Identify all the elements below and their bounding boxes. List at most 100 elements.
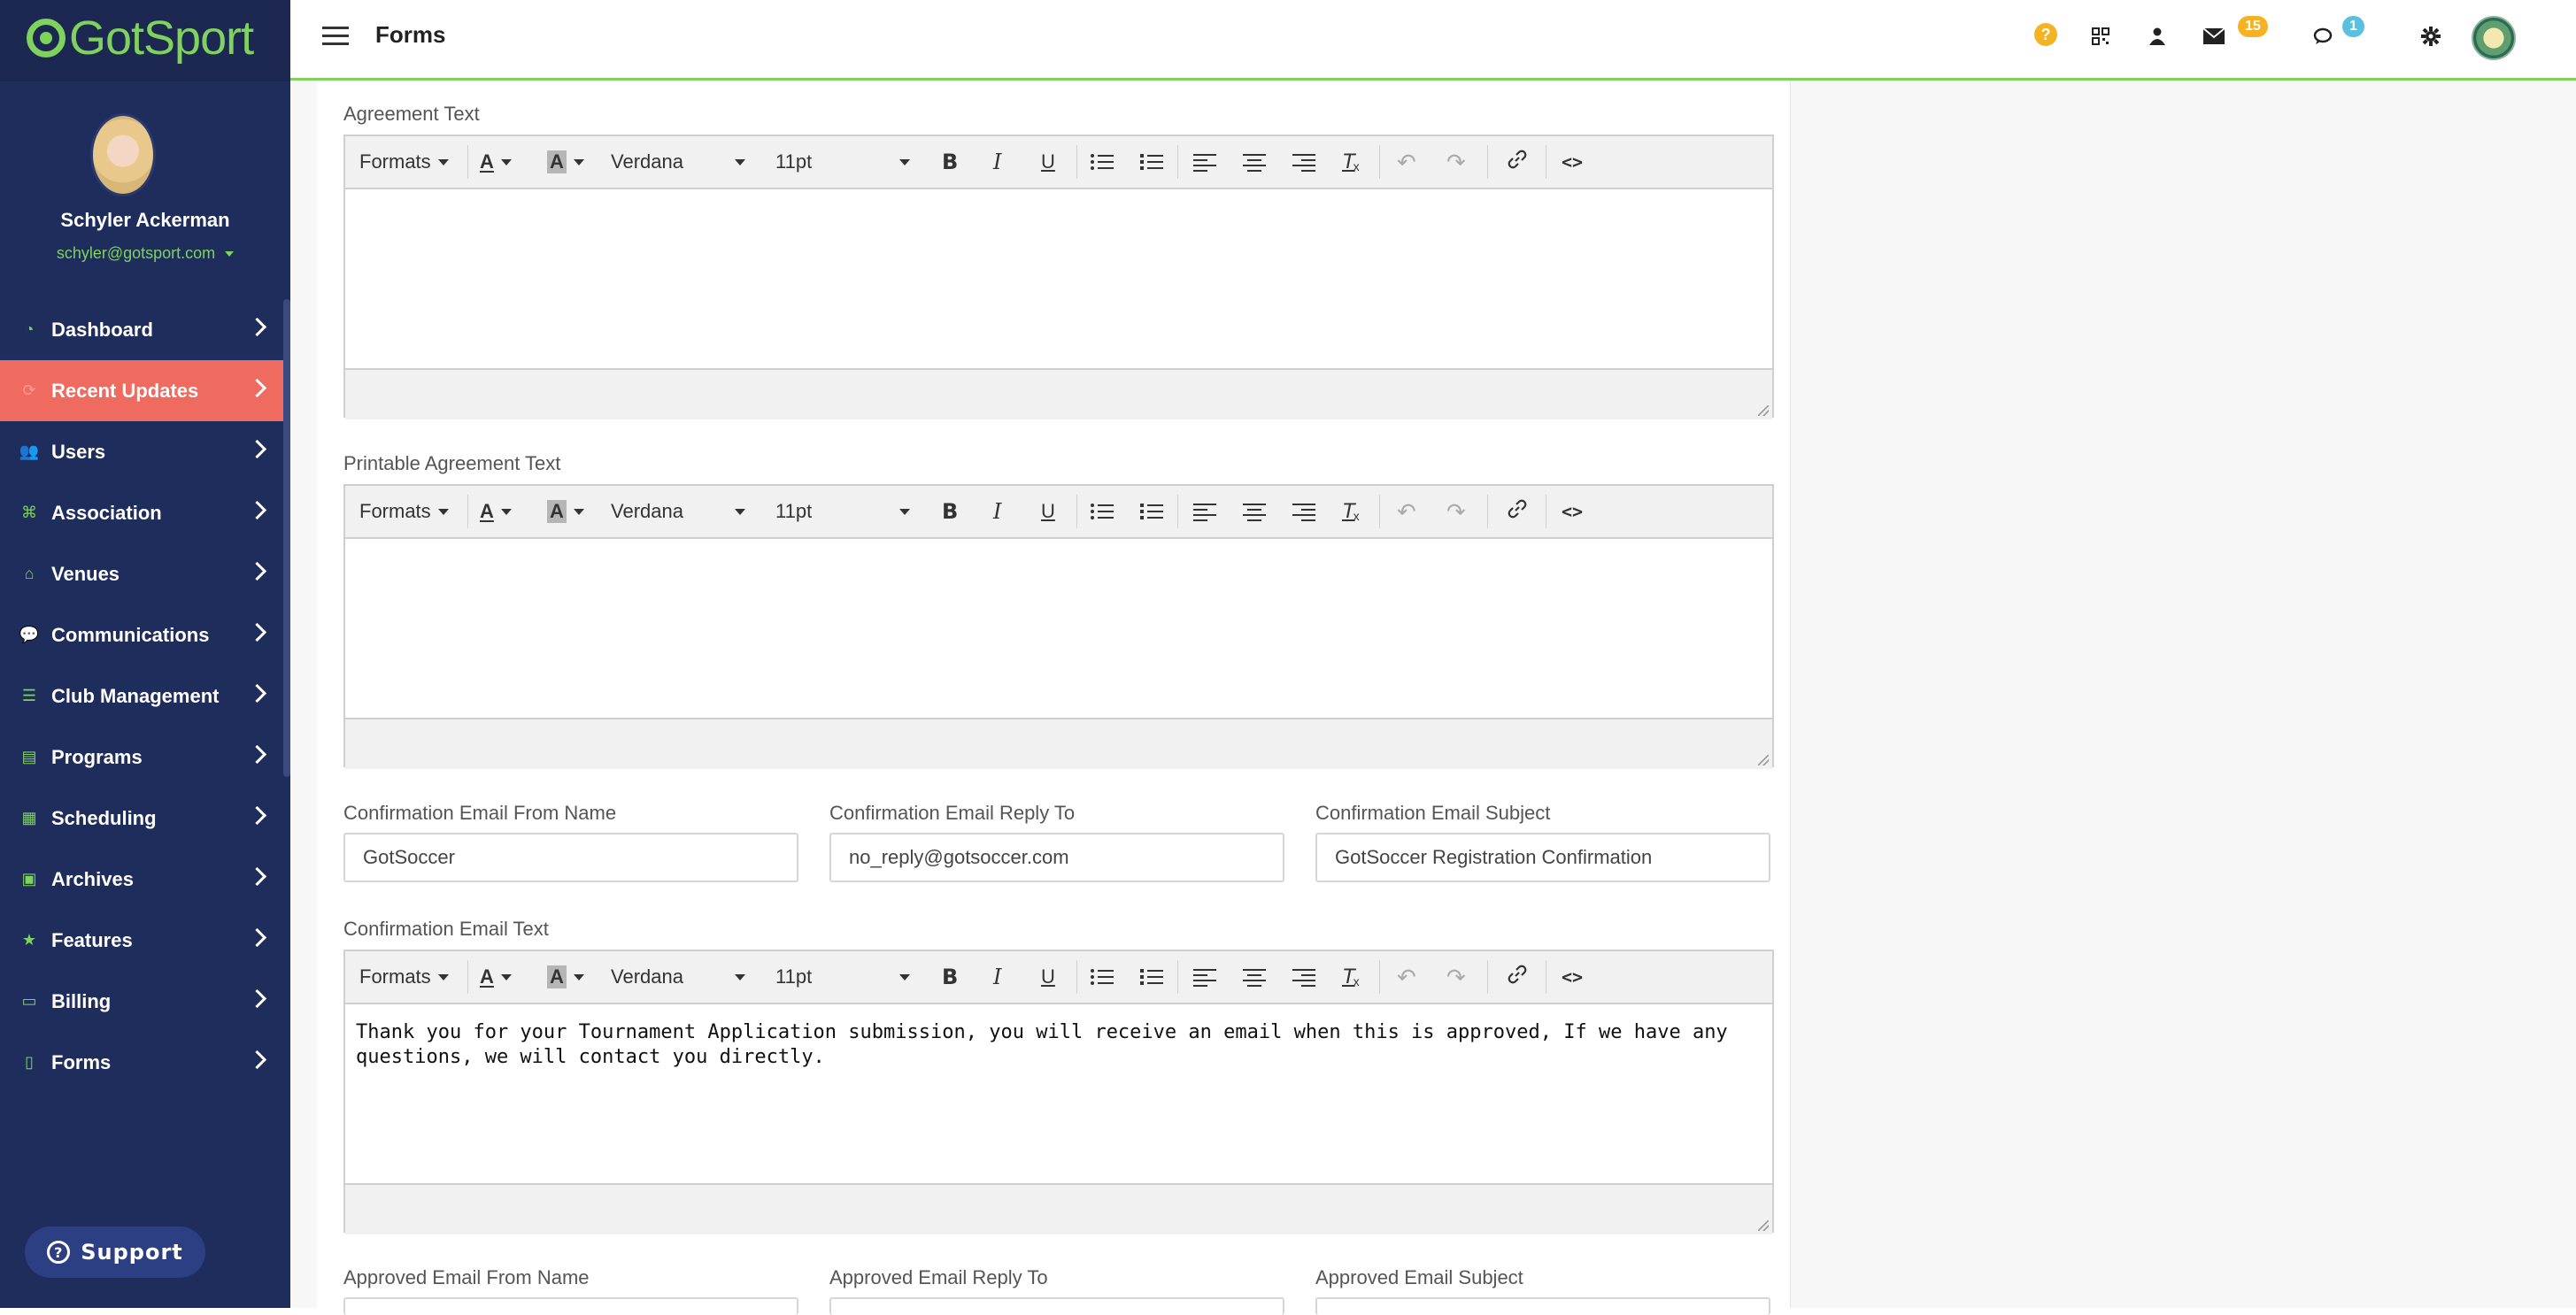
clear-formatting-button[interactable]: Tx (1342, 951, 1360, 1003)
bold-button[interactable]: B (942, 486, 958, 537)
avatar[interactable] (90, 113, 156, 196)
font-size-select[interactable]: 11pt (775, 136, 915, 188)
italic-button[interactable]: I (993, 951, 1001, 1003)
sidebar-item-communications[interactable]: 💬 Communications (0, 604, 290, 665)
clear-formatting-button[interactable]: Tx (1342, 136, 1360, 188)
organization-avatar[interactable] (2472, 16, 2516, 60)
numbered-list-button[interactable] (1140, 136, 1163, 188)
source-code-button[interactable]: <> (1562, 486, 1583, 537)
resize-handle-icon[interactable] (1758, 1220, 1769, 1231)
formats-label: Formats (359, 500, 431, 522)
text-color-button[interactable]: A (480, 136, 512, 188)
align-right-button[interactable] (1292, 951, 1315, 1003)
align-center-button[interactable] (1243, 486, 1266, 537)
bold-button[interactable]: B (942, 951, 958, 1003)
undo-button[interactable]: ↶ (1397, 136, 1416, 188)
insert-link-button[interactable] (1507, 951, 1528, 1003)
sidebar-item-billing[interactable]: ▭ Billing (0, 971, 290, 1032)
sidebar-item-users[interactable]: 👥 Users (0, 421, 290, 482)
confirmation-from-name-input[interactable]: GotSoccer (343, 833, 798, 882)
approved-from-name-label: Approved Email From Name (343, 1266, 590, 1288)
printable-agreement-text-body[interactable] (345, 539, 1772, 718)
confirmation-reply-to-input[interactable]: no_reply@gotsoccer.com (829, 833, 1284, 882)
sidebar-item-venues[interactable]: ⌂ Venues (0, 543, 290, 604)
align-right-button[interactable] (1292, 486, 1315, 537)
qr-code-icon[interactable] (2087, 23, 2114, 50)
underline-button[interactable]: U (1041, 136, 1055, 188)
align-right-button[interactable] (1292, 136, 1315, 188)
formats-dropdown[interactable]: Formats (359, 486, 449, 537)
approved-reply-to-input[interactable] (829, 1297, 1284, 1315)
user-email-dropdown[interactable]: schyler@gotsport.com (0, 244, 290, 263)
italic-button[interactable]: I (993, 136, 1001, 188)
background-color-button[interactable]: A (547, 136, 584, 188)
hamburger-menu-icon[interactable] (322, 27, 349, 46)
align-left-button[interactable] (1193, 951, 1216, 1003)
gear-icon[interactable] (2418, 23, 2444, 50)
background-color-button[interactable]: A (547, 951, 584, 1003)
align-center-button[interactable] (1243, 951, 1266, 1003)
font-size-select[interactable]: 11pt (775, 486, 915, 537)
numbered-list-button[interactable] (1140, 486, 1163, 537)
undo-button[interactable]: ↶ (1397, 486, 1416, 537)
user-icon[interactable] (2144, 23, 2171, 50)
italic-button[interactable]: I (993, 486, 1001, 537)
logo-mark-icon (27, 19, 66, 58)
font-family-value: Verdana (611, 965, 683, 988)
sidebar-item-club-management[interactable]: ☰ Club Management (0, 665, 290, 727)
resize-handle-icon[interactable] (1758, 405, 1769, 416)
redo-button[interactable]: ↷ (1446, 951, 1466, 1003)
text-color-button[interactable]: A (480, 486, 512, 537)
help-icon[interactable]: ? (2034, 23, 2057, 46)
clear-formatting-button[interactable]: Tx (1342, 486, 1360, 537)
users-icon: 👥 (19, 442, 40, 460)
redo-button[interactable]: ↷ (1446, 486, 1466, 537)
sidebar-item-programs[interactable]: ▤ Programs (0, 727, 290, 788)
envelope-icon[interactable] (2201, 23, 2227, 50)
sidebar-item-archives[interactable]: ▣ Archives (0, 849, 290, 910)
font-family-select[interactable]: Verdana (611, 486, 751, 537)
align-left-button[interactable] (1193, 486, 1216, 537)
comments-icon[interactable] (2310, 23, 2337, 50)
bullet-list-button[interactable] (1091, 951, 1114, 1003)
font-family-select[interactable]: Verdana (611, 951, 751, 1003)
redo-button[interactable]: ↷ (1446, 136, 1466, 188)
gotsport-logo[interactable]: GotSport (27, 11, 254, 65)
text-color-button[interactable]: A (480, 951, 512, 1003)
underline-button[interactable]: U (1041, 486, 1055, 537)
text-color-icon: A (480, 500, 494, 522)
sidebar-item-label: Billing (51, 989, 112, 1012)
insert-link-button[interactable] (1507, 136, 1528, 188)
sidebar-item-forms[interactable]: ▯ Forms (0, 1032, 290, 1093)
align-center-button[interactable] (1243, 136, 1266, 188)
source-code-button[interactable]: <> (1562, 136, 1583, 188)
underline-button[interactable]: U (1041, 951, 1055, 1003)
formats-dropdown[interactable]: Formats (359, 951, 449, 1003)
font-size-select[interactable]: 11pt (775, 951, 915, 1003)
numbered-list-button[interactable] (1140, 951, 1163, 1003)
bold-button[interactable]: B (942, 136, 958, 188)
sidebar-item-recent-updates[interactable]: ⟳ Recent Updates (0, 360, 290, 421)
sidebar-item-scheduling[interactable]: ▦ Scheduling (0, 788, 290, 849)
sidebar-scrollbar[interactable] (283, 299, 290, 777)
sidebar-item-features[interactable]: ★ Features (0, 910, 290, 971)
bullet-list-button[interactable] (1091, 486, 1114, 537)
approved-from-name-input[interactable] (343, 1297, 798, 1315)
support-button[interactable]: ? Support (25, 1227, 205, 1278)
resize-handle-icon[interactable] (1758, 755, 1769, 765)
approved-subject-input[interactable] (1315, 1297, 1770, 1315)
agreement-text-body[interactable] (345, 189, 1772, 368)
sidebar-item-association[interactable]: ⌘ Association (0, 482, 290, 543)
bullet-list-button[interactable] (1091, 136, 1114, 188)
confirmation-subject-input[interactable]: GotSoccer Registration Confirmation (1315, 833, 1770, 882)
support-label: Support (81, 1240, 183, 1265)
insert-link-button[interactable] (1507, 486, 1528, 537)
sidebar-item-dashboard[interactable]: ◔ Dashboard (0, 299, 290, 360)
background-color-button[interactable]: A (547, 486, 584, 537)
formats-dropdown[interactable]: Formats (359, 136, 449, 188)
confirmation-email-text-body[interactable]: Thank you for your Tournament Applicatio… (345, 1004, 1772, 1183)
align-left-button[interactable] (1193, 136, 1216, 188)
font-family-select[interactable]: Verdana (611, 136, 751, 188)
undo-button[interactable]: ↶ (1397, 951, 1416, 1003)
source-code-button[interactable]: <> (1562, 951, 1583, 1003)
